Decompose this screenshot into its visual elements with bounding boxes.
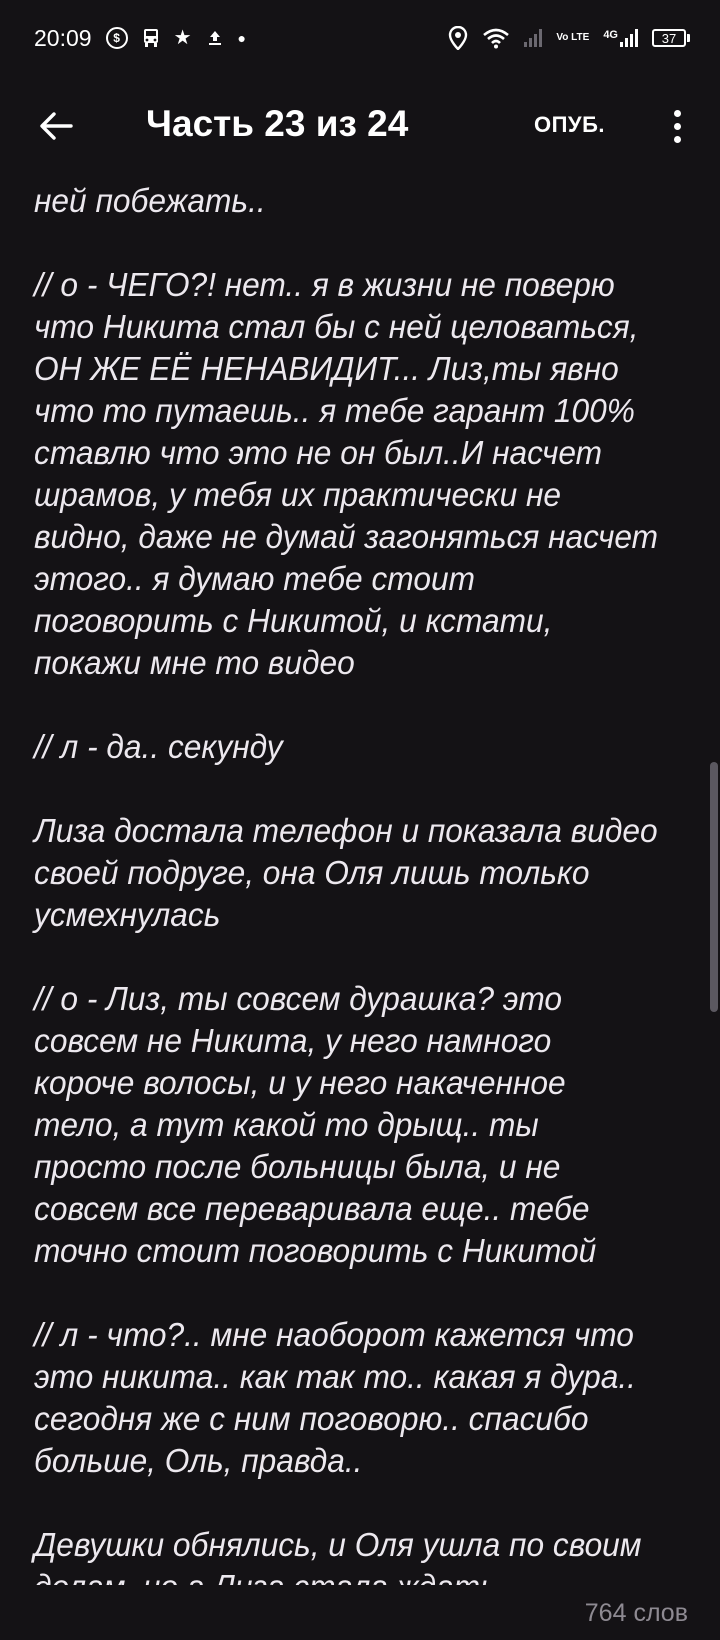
story-paragraph: ней побежать.. [34, 182, 266, 219]
story-text: ней побежать.. // о - ЧЕГО?! нет.. я в ж… [34, 180, 658, 1585]
story-paragraph: // л - что?.. мне наоборот кажется что э… [34, 1316, 636, 1479]
battery-tip [687, 34, 690, 42]
page-title: Часть 23 из 24 [146, 103, 409, 144]
back-button[interactable] [36, 106, 76, 146]
dollar-icon: $ [105, 27, 128, 49]
star-icon: ★ [173, 27, 192, 49]
signal-sim1-icon [524, 29, 543, 47]
arrow-left-icon [40, 112, 73, 140]
network-type-label: 4G [603, 29, 618, 41]
signal-sim2: 4G [603, 29, 638, 47]
scrollbar[interactable] [710, 762, 718, 1012]
status-time: 20:09 [34, 24, 92, 51]
publish-button[interactable]: ОПУБ. [534, 112, 605, 138]
story-content[interactable]: ней побежать.. // о - ЧЕГО?! нет.. я в ж… [0, 180, 720, 1585]
notification-dot-icon: ● [237, 30, 246, 46]
status-left: 20:09 $ ★ ● [34, 25, 246, 52]
more-dot-icon [673, 122, 681, 130]
word-count: 764 слов [584, 1599, 688, 1627]
more-dot-icon [673, 109, 681, 117]
signal-sim2-icon [620, 29, 638, 47]
volte-label: Vo LTE [556, 32, 590, 43]
story-paragraph: // л - да.. секунду [34, 728, 283, 765]
app-bar: Часть 23 из 24 ОПУБ. [0, 76, 720, 180]
story-paragraph: Лиза достала телефон и показала видео св… [34, 812, 658, 933]
wifi-icon [482, 27, 510, 49]
footer: 764 слов [0, 1585, 720, 1640]
bus-icon [142, 28, 160, 48]
battery-icon: 37 [652, 29, 690, 47]
location-icon [448, 26, 468, 50]
more-options-button[interactable] [660, 104, 694, 148]
battery-level: 37 [652, 29, 686, 47]
status-right: Vo LTE 4G 37 [448, 26, 690, 50]
story-paragraph: // о - Лиз, ты совсем дурашка? это совсе… [34, 980, 597, 1269]
status-bar: 20:09 $ ★ ● Vo LTE 4G 37 [0, 0, 720, 76]
story-paragraph: Девушки обнялись, и Оля ушла по своим де… [34, 1526, 642, 1585]
story-paragraph: // о - ЧЕГО?! нет.. я в жизни не поверю … [34, 266, 659, 681]
more-dot-icon [673, 135, 681, 143]
upload-icon [206, 29, 224, 47]
